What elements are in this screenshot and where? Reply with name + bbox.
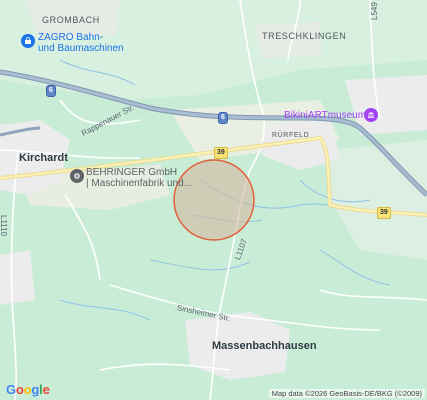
place-label-kirchardt[interactable]: Kirchardt bbox=[19, 152, 68, 164]
google-logo: Google bbox=[6, 382, 50, 397]
poi-label-line: BEHRINGER GmbH bbox=[86, 167, 178, 178]
shopping-bag-icon[interactable] bbox=[21, 34, 35, 48]
poi-label-line: und Baumaschinen bbox=[38, 43, 124, 54]
motorway-shield-a6: 6 bbox=[46, 85, 56, 97]
urban-area-southwest bbox=[0, 250, 35, 305]
road-shield-b39: 39 bbox=[214, 147, 228, 159]
place-label-massenbachhausen[interactable]: Massenbachhausen bbox=[212, 340, 317, 352]
poi-label-bikini[interactable]: BikiniARTmuseum bbox=[284, 110, 366, 121]
map-attribution[interactable]: Map data ©2026 GeoBasis-DE/BKG (©2009) bbox=[268, 389, 425, 398]
place-label-grombach: GROMBACH bbox=[42, 15, 100, 25]
poi-label-zagro[interactable]: ZAGRO Bahn- und Baumaschinen bbox=[38, 32, 124, 54]
poi-label-line: | Maschinenfabrik und... bbox=[86, 178, 192, 189]
road-label-l1110: L1110 bbox=[0, 215, 8, 237]
place-label-treschklingen: TRESCHKLINGEN bbox=[262, 31, 347, 41]
road-shield-b39: 39 bbox=[377, 207, 391, 219]
road-label-l549: L549 bbox=[370, 2, 379, 20]
motorway-shield-a6: 6 bbox=[218, 112, 228, 124]
poi-label-line: BikiniARTmuseum bbox=[284, 110, 367, 121]
industry-icon[interactable] bbox=[70, 169, 84, 183]
poi-label-line: ZAGRO Bahn- bbox=[38, 32, 104, 43]
farmland-area bbox=[330, 140, 427, 260]
museum-icon[interactable] bbox=[364, 108, 378, 122]
map-canvas[interactable]: GROMBACH TRESCHKLINGEN Kirchardt RÜRFELD… bbox=[0, 0, 427, 400]
place-label-rurfeld: RÜRFELD bbox=[272, 132, 310, 139]
poi-label-behringer[interactable]: BEHRINGER GmbH | Maschinenfabrik und... bbox=[86, 167, 192, 189]
